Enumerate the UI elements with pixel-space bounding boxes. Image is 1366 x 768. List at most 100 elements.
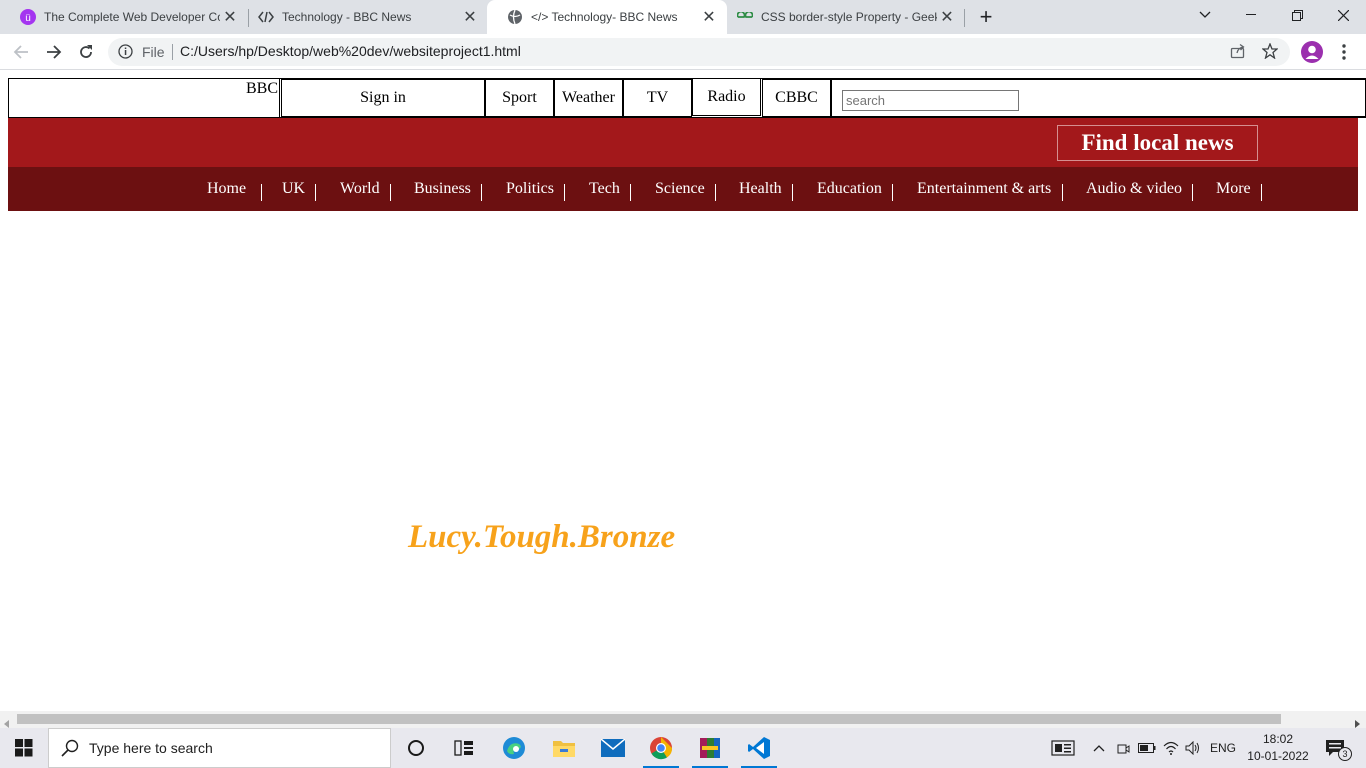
nav-radio[interactable]: Radio <box>692 78 761 116</box>
clock-date: 10-01-2022 <box>1247 749 1309 763</box>
udemy-icon: ü <box>20 9 36 25</box>
nav-more[interactable]: More <box>1216 179 1251 199</box>
tab-search-chevron-icon[interactable] <box>1182 0 1228 30</box>
vscode-icon[interactable] <box>735 728 783 768</box>
show-hidden-icons-chevron[interactable] <box>1088 728 1110 768</box>
share-icon[interactable] <box>1230 43 1246 62</box>
nav-divider <box>892 184 893 201</box>
info-icon[interactable] <box>118 44 133 62</box>
notification-count-badge: 3 <box>1338 747 1352 761</box>
meet-now-icon[interactable] <box>1112 728 1134 768</box>
search-icon <box>61 739 79 757</box>
windows-start-icon[interactable] <box>0 728 48 768</box>
scheme-label: File <box>142 44 165 60</box>
scrollbar-thumb[interactable] <box>17 714 1281 724</box>
tab-title: Technology - BBC News <box>282 10 412 24</box>
svg-text:ü: ü <box>25 13 31 24</box>
nav-tv[interactable]: TV <box>623 79 692 117</box>
clock-time: 18:02 <box>1262 732 1294 746</box>
tab-geeksforgeeks[interactable]: CSS border-style Property - Geek ✕ <box>717 0 965 34</box>
back-button[interactable] <box>9 40 33 64</box>
url-text[interactable]: C:/Users/hp/Desktop/web%20dev/websitepro… <box>180 43 521 59</box>
browser-toolbar: File C:/Users/hp/Desktop/web%20dev/websi… <box>0 34 1366 70</box>
red-header-band: Find local news <box>8 118 1358 167</box>
tab-udemy[interactable]: ü The Complete Web Developer Co ✕ <box>0 0 248 34</box>
clock[interactable]: 18:02 10-01-2022 <box>1244 728 1312 768</box>
nav-divider <box>715 184 716 201</box>
nav-divider <box>315 184 316 201</box>
browser-tab-bar: ü The Complete Web Developer Co ✕ Techno… <box>0 0 1366 34</box>
bbc-logo[interactable]: BBC <box>8 78 280 118</box>
tab-title: CSS border-style Property - Geek <box>761 10 937 24</box>
nav-divider <box>564 184 565 201</box>
code-icon <box>258 9 274 25</box>
close-tab-icon[interactable]: ✕ <box>937 7 957 27</box>
nav-tech[interactable]: Tech <box>589 179 620 199</box>
nav-cbbc[interactable]: CBBC <box>762 79 831 117</box>
news-widget-icon[interactable] <box>1046 728 1080 768</box>
tab-title: The Complete Web Developer Co <box>44 10 220 24</box>
page-viewport: BBC Sign in Sport Weather TV Radio CBBC … <box>0 71 1366 711</box>
windows-taskbar: Type here to search ENG 18:02 10-01-2022… <box>0 728 1366 768</box>
address-bar[interactable]: File C:/Users/hp/Desktop/web%20dev/websi… <box>108 38 1290 66</box>
close-tab-icon[interactable]: ✕ <box>220 7 240 27</box>
tab-active-technology-bbc[interactable]: </> Technology- BBC News ✕ <box>487 0 727 34</box>
chrome-icon[interactable] <box>637 728 685 768</box>
cortana-icon[interactable] <box>392 728 440 768</box>
language-indicator[interactable]: ENG <box>1206 728 1240 768</box>
nav-divider <box>1261 184 1262 201</box>
nav-divider <box>1062 184 1063 201</box>
tab-technology-bbc[interactable]: Technology - BBC News ✕ <box>238 0 488 34</box>
tab-title: </> Technology- BBC News <box>531 10 678 24</box>
tagline-heading: Lucy.Tough.Bronze <box>408 519 676 555</box>
nav-divider <box>481 184 482 201</box>
close-tab-icon[interactable]: ✕ <box>699 7 719 27</box>
wifi-icon[interactable] <box>1160 728 1182 768</box>
globe-icon <box>507 9 523 25</box>
nav-sport[interactable]: Sport <box>485 79 554 117</box>
taskbar-search-box[interactable]: Type here to search <box>48 728 391 768</box>
restore-button[interactable] <box>1274 0 1320 30</box>
nav-divider <box>261 184 262 201</box>
nav-health[interactable]: Health <box>739 179 782 199</box>
sign-in-link[interactable]: Sign in <box>281 79 485 117</box>
nav-divider <box>390 184 391 201</box>
new-tab-button[interactable]: + <box>964 2 1008 32</box>
nav-world[interactable]: World <box>340 179 380 199</box>
nav-science[interactable]: Science <box>655 179 705 199</box>
nav-weather[interactable]: Weather <box>554 79 623 117</box>
edge-browser-icon[interactable] <box>490 728 538 768</box>
nav-divider <box>1192 184 1193 201</box>
profile-avatar[interactable] <box>1300 40 1324 64</box>
nav-divider <box>792 184 793 201</box>
nav-politics[interactable]: Politics <box>506 179 554 199</box>
bookmark-star-icon[interactable] <box>1261 42 1279 62</box>
minimize-button[interactable] <box>1228 0 1274 30</box>
close-tab-icon[interactable]: ✕ <box>460 7 480 27</box>
taskbar-search-placeholder: Type here to search <box>89 740 213 756</box>
task-view-icon[interactable] <box>440 728 488 768</box>
notification-center-icon[interactable]: 3 <box>1318 728 1352 768</box>
forward-button[interactable] <box>42 40 66 64</box>
top-navigation-bar: BBC Sign in Sport Weather TV Radio CBBC <box>8 78 1366 118</box>
horizontal-scrollbar[interactable] <box>0 711 1366 728</box>
nav-audio-video[interactable]: Audio & video <box>1086 179 1182 199</box>
omnibox-divider <box>172 44 173 60</box>
volume-icon[interactable] <box>1182 728 1204 768</box>
nav-business[interactable]: Business <box>414 179 471 199</box>
nav-divider <box>630 184 631 201</box>
menu-kebab-icon[interactable] <box>1332 40 1356 64</box>
close-window-button[interactable] <box>1320 0 1366 30</box>
nav-uk[interactable]: UK <box>282 179 305 199</box>
battery-icon[interactable] <box>1136 728 1158 768</box>
nav-entertainment-arts[interactable]: Entertainment & arts <box>917 179 1051 199</box>
geeksforgeeks-icon <box>737 9 753 25</box>
search-input[interactable] <box>842 90 1019 111</box>
nav-education[interactable]: Education <box>817 179 882 199</box>
reload-button[interactable] <box>74 40 98 64</box>
nav-home[interactable]: Home <box>207 179 246 199</box>
winrar-icon[interactable] <box>686 728 734 768</box>
find-local-news-button[interactable]: Find local news <box>1057 125 1258 161</box>
mail-icon[interactable] <box>589 728 637 768</box>
file-explorer-icon[interactable] <box>540 728 588 768</box>
